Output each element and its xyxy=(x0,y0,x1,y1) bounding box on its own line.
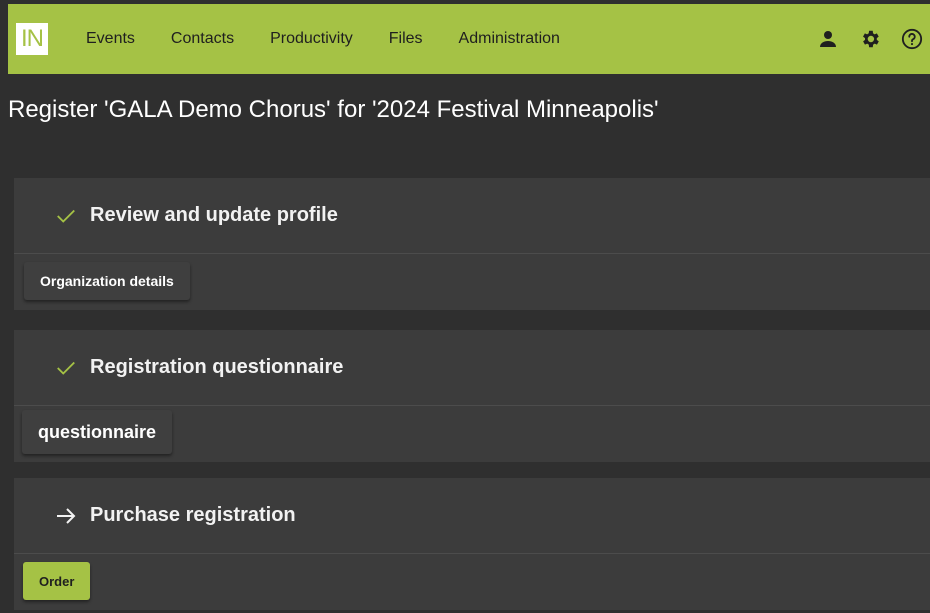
nav-item-files[interactable]: Files xyxy=(389,30,423,48)
step-title: Purchase registration xyxy=(90,504,296,526)
step-purchase-registration: Purchase registration Order xyxy=(14,478,930,610)
step-body: Organization details xyxy=(14,254,930,310)
nav-item-events[interactable]: Events xyxy=(86,30,135,48)
top-nav-bar: IN Events Contacts Productivity Files Ad… xyxy=(8,4,930,74)
check-icon xyxy=(54,356,78,380)
step-title: Registration questionnaire xyxy=(90,356,344,378)
page-title: Register 'GALA Demo Chorus' for '2024 Fe… xyxy=(8,96,659,123)
step-header[interactable]: Purchase registration xyxy=(14,478,930,554)
step-header[interactable]: Registration questionnaire xyxy=(14,330,930,406)
step-header[interactable]: Review and update profile xyxy=(14,178,930,254)
header-icons xyxy=(798,27,924,51)
check-icon xyxy=(54,204,78,228)
app-logo[interactable]: IN xyxy=(16,23,48,55)
nav-item-contacts[interactable]: Contacts xyxy=(171,30,234,48)
step-review-profile: Review and update profile Organization d… xyxy=(14,178,930,310)
nav-item-productivity[interactable]: Productivity xyxy=(270,30,353,48)
main-nav: Events Contacts Productivity Files Admin… xyxy=(86,30,596,48)
arrow-right-icon xyxy=(54,504,78,528)
nav-item-administration[interactable]: Administration xyxy=(459,30,560,48)
help-icon[interactable] xyxy=(900,27,924,51)
user-icon[interactable] xyxy=(816,27,840,51)
organization-details-button[interactable]: Organization details xyxy=(24,262,190,300)
order-button[interactable]: Order xyxy=(23,562,91,600)
step-body: Order xyxy=(14,554,930,610)
questionnaire-button[interactable]: questionnaire xyxy=(22,410,173,454)
gear-icon[interactable] xyxy=(858,27,882,51)
step-registration-questionnaire: Registration questionnaire questionnaire xyxy=(14,330,930,462)
step-body: questionnaire xyxy=(14,406,930,462)
step-title: Review and update profile xyxy=(90,204,338,226)
